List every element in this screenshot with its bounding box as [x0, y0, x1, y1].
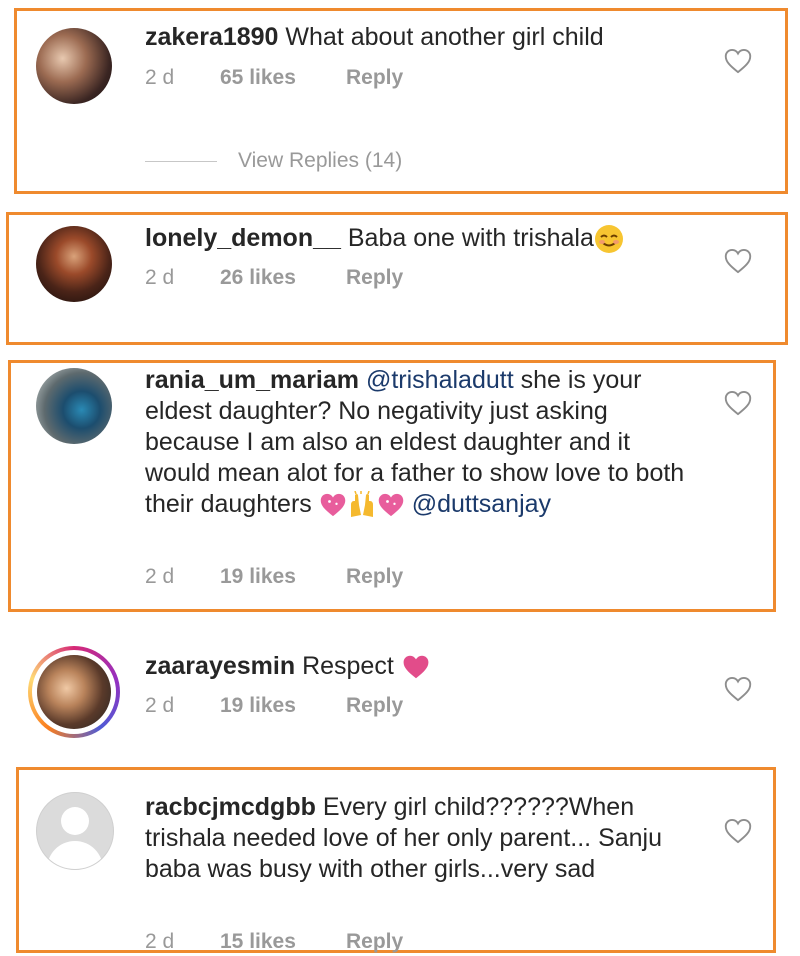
comment-text: Baba one with trishala — [347, 224, 594, 252]
like-heart-icon[interactable] — [724, 818, 752, 844]
comment-time: 2 d — [145, 930, 175, 953]
comment-username[interactable]: lonely_demon__ — [145, 224, 341, 252]
like-heart-icon[interactable] — [724, 248, 752, 274]
comment-username[interactable]: zakera1890 — [145, 23, 278, 51]
mention-link[interactable]: @duttsanjay — [412, 490, 551, 518]
default-avatar-icon[interactable] — [36, 792, 114, 870]
comment-likes[interactable]: 26 likes — [220, 266, 346, 290]
pink-heart-emoji — [403, 656, 429, 679]
view-replies-label: View Replies (14) — [238, 149, 403, 172]
view-replies-line — [145, 160, 217, 162]
sparkling-heart-emoji — [378, 494, 403, 517]
comment-likes[interactable]: 19 likes — [220, 565, 346, 589]
avatar[interactable] — [36, 28, 112, 104]
comment-time: 2 d — [145, 66, 175, 89]
view-replies-button[interactable]: View Replies (14) — [145, 149, 402, 173]
like-heart-icon[interactable] — [724, 676, 752, 702]
comment-time: 2 d — [145, 694, 175, 717]
comment-likes[interactable]: 19 likes — [220, 694, 346, 718]
smiling-face-emoji — [594, 225, 623, 254]
reply-button[interactable]: Reply — [346, 930, 403, 954]
comment-username[interactable]: zaarayesmin — [145, 652, 295, 680]
like-heart-icon[interactable] — [724, 48, 752, 74]
comment-time: 2 d — [145, 565, 175, 588]
avatar[interactable] — [36, 226, 112, 302]
reply-button[interactable]: Reply — [346, 266, 403, 290]
comment-likes[interactable]: 15 likes — [220, 930, 346, 954]
reply-button[interactable]: Reply — [346, 565, 403, 589]
reply-button[interactable]: Reply — [346, 66, 403, 90]
comment-username[interactable]: racbcjmcdgbb — [145, 793, 316, 821]
mention-link[interactable]: @trishaladutt — [366, 366, 514, 394]
avatar — [37, 655, 111, 729]
avatar[interactable] — [36, 368, 112, 444]
comment-username[interactable]: rania_um_mariam — [145, 366, 359, 394]
sparkling-heart-emoji — [320, 494, 345, 517]
raised-hands-emoji — [350, 491, 373, 518]
comment-time: 2 d — [145, 266, 175, 289]
like-heart-icon[interactable] — [724, 390, 752, 416]
reply-button[interactable]: Reply — [346, 694, 403, 718]
comment-text: What about another girl child — [285, 23, 604, 51]
comment-text: Respect — [302, 652, 394, 680]
story-ring[interactable] — [28, 646, 120, 738]
comment-likes[interactable]: 65 likes — [220, 66, 346, 90]
